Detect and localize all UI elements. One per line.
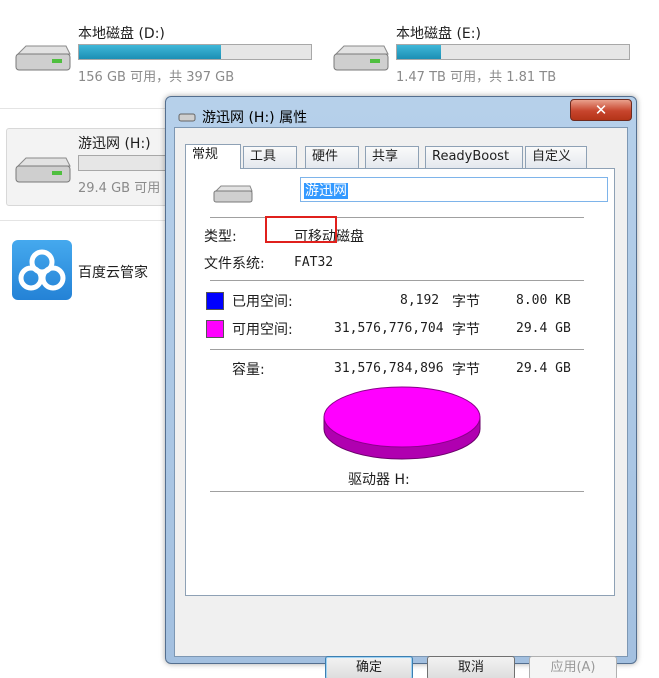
used-space-swatch	[206, 292, 224, 310]
filesystem-highlight-box	[265, 216, 337, 243]
divider	[0, 220, 170, 221]
hard-drive-icon	[15, 45, 71, 71]
cancel-button[interactable]: 取消	[427, 656, 515, 678]
removable-drive-icon	[213, 185, 253, 203]
capacity-size: 29.4 GB	[516, 361, 571, 376]
tab-readyboost[interactable]: ReadyBoost	[425, 146, 523, 168]
used-space-size: 8.00 KB	[516, 293, 571, 308]
ok-button[interactable]: 确定	[325, 656, 413, 678]
drive-icon	[178, 113, 196, 122]
removable-drive-icon	[15, 157, 71, 183]
drive-usage-bar	[78, 155, 168, 171]
disk-usage-pie	[323, 386, 481, 460]
tab-sharing[interactable]: 共享	[365, 146, 419, 168]
free-space-unit: 字节	[452, 322, 480, 338]
free-space-bytes: 31,576,776,704	[334, 321, 444, 336]
hard-drive-icon	[333, 45, 389, 71]
drive-usage-fill	[79, 45, 221, 59]
dialog-title: 游迅网 (H:) 属性	[202, 110, 308, 126]
drive-usage-text: 156 GB 可用，共 397 GB	[78, 70, 235, 85]
type-label: 类型:	[204, 229, 237, 245]
used-space-unit: 字节	[452, 294, 480, 310]
drive-usage-bar	[396, 44, 630, 60]
free-space-size: 29.4 GB	[516, 321, 571, 336]
tab-tools[interactable]: 工具	[243, 146, 297, 168]
drive-usage-fill	[397, 45, 442, 59]
close-icon: ✕	[594, 101, 608, 119]
app-name[interactable]: 百度云管家	[78, 262, 148, 282]
tab-hardware[interactable]: 硬件	[305, 146, 359, 168]
filesystem-value: FAT32	[294, 255, 334, 270]
volume-label-text: 游迅网	[304, 183, 348, 199]
apply-button[interactable]: 应用(A)	[529, 656, 617, 678]
used-space-bytes: 8,192	[400, 293, 440, 308]
general-panel: 游迅网 类型: 可移动磁盘 文件系统: FAT32 已用空间: 8,192 字节…	[185, 168, 615, 596]
volume-label-input[interactable]: 游迅网	[300, 177, 608, 202]
free-space-swatch	[206, 320, 224, 338]
divider	[210, 280, 584, 281]
filesystem-label: 文件系统:	[204, 256, 265, 272]
free-space-label: 可用空间:	[232, 322, 293, 338]
drive-name: 本地磁盘 (D:)	[78, 26, 165, 42]
drive-usage-text: 1.47 TB 可用，共 1.81 TB	[396, 70, 557, 85]
baidu-cloud-icon[interactable]	[12, 240, 72, 300]
tab-customize[interactable]: 自定义	[525, 146, 587, 168]
capacity-label: 容量:	[232, 362, 265, 378]
drive-usage-text: 29.4 GB 可用	[78, 181, 161, 196]
capacity-unit: 字节	[452, 362, 480, 378]
close-button[interactable]: ✕	[570, 99, 632, 121]
properties-dialog: 游迅网 (H:) 属性 ✕ 常规 工具 硬件 共享 ReadyBoost 自定义…	[165, 96, 637, 678]
drive-name: 本地磁盘 (E:)	[396, 26, 481, 42]
drive-usage-bar	[78, 44, 312, 60]
drive-caption: 驱动器 H:	[348, 472, 410, 488]
dialog-client: 常规 工具 硬件 共享 ReadyBoost 自定义 游迅网 类型: 可移动磁盘…	[174, 127, 628, 678]
capacity-bytes: 31,576,784,896	[334, 361, 444, 376]
used-space-label: 已用空间:	[232, 294, 293, 310]
divider	[210, 349, 584, 350]
tab-general[interactable]: 常规	[185, 144, 241, 169]
divider	[210, 491, 584, 492]
drive-name: 游迅网 (H:)	[78, 136, 151, 152]
divider	[0, 108, 170, 109]
